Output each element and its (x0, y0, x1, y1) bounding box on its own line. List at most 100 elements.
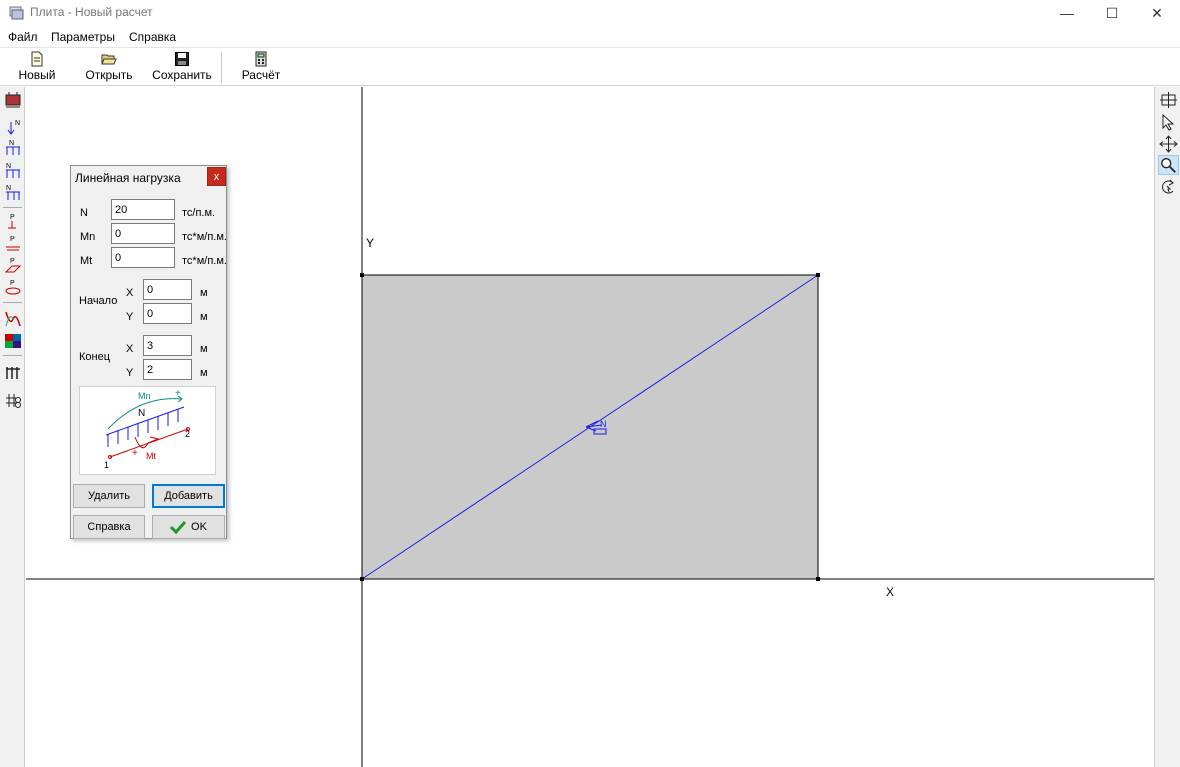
mn-label: Mn (80, 231, 96, 243)
ok-label: OK (191, 521, 207, 533)
tool-separator (3, 207, 22, 208)
scheme-point-1: 1 (104, 460, 110, 470)
new-label: Новый (18, 68, 56, 82)
calculator-icon (255, 51, 267, 67)
load-marker-label: N (600, 419, 607, 429)
new-button[interactable]: Новый (12, 51, 62, 85)
point-force-icon[interactable]: N (3, 117, 23, 137)
mn-input[interactable] (111, 223, 175, 244)
n-unit: тс/п.м. (182, 207, 216, 219)
start-x-input[interactable] (143, 279, 192, 300)
elastic-support-icon[interactable]: P (3, 278, 23, 298)
svg-text:N: N (15, 120, 20, 127)
color-map-icon[interactable] (3, 331, 23, 351)
close-icon: x (213, 171, 220, 183)
load-scheme-diagram: Mn + N + Mt 1 2 (79, 386, 216, 475)
dialog-close-button[interactable]: x (207, 167, 226, 186)
menu-help[interactable]: Справка (129, 30, 176, 44)
end-y-label: Y (126, 367, 134, 379)
area-force-icon[interactable]: N (3, 161, 23, 181)
scheme-plus-top: + (175, 388, 181, 399)
save-label: Сохранить (152, 68, 212, 82)
plate-corner-node[interactable] (360, 273, 364, 277)
open-folder-icon (101, 54, 117, 65)
save-button[interactable]: Сохранить (152, 51, 212, 85)
end-x-unit: м (200, 343, 208, 355)
delete-button[interactable]: Удалить (73, 484, 145, 508)
start-x-unit: м (200, 287, 208, 299)
reinforcement-icon[interactable] (3, 363, 23, 383)
maximize-icon: ☐ (1105, 4, 1119, 21)
mt-label: Mt (80, 255, 93, 267)
new-document-icon (31, 51, 43, 67)
app-icon (9, 6, 24, 20)
toolbar: Новый Открыть Сохранить Расчёт (0, 47, 1180, 86)
scheme-point-2: 2 (185, 429, 191, 439)
n-label: N (80, 207, 88, 219)
end-y-input[interactable] (143, 359, 192, 380)
svg-text:N: N (9, 140, 14, 147)
svg-text:N: N (6, 185, 11, 192)
mt-input[interactable] (111, 247, 175, 268)
scheme-plus-bottom: + (132, 448, 138, 459)
mn-unit: тс*м/п.м. (182, 231, 226, 243)
x-axis-label: X (886, 585, 895, 599)
linear-load-dialog: Линейная нагрузка x N тс/п.м. Mn тс*м/п.… (70, 165, 227, 539)
title-bar: Плита - Новый расчет — ☐ ✕ (0, 0, 1180, 26)
plate-corner-node[interactable] (360, 577, 364, 581)
dialog-title: Линейная нагрузка (75, 171, 181, 185)
left-tool-palette: N N N N P P P P (0, 87, 25, 767)
distributed-force-icon[interactable]: N (3, 183, 23, 203)
plate-corner-node[interactable] (816, 273, 820, 277)
rotate-icon[interactable] (1158, 177, 1179, 197)
svg-text:P: P (10, 258, 15, 265)
svg-text:P: P (10, 280, 15, 287)
svg-text:P: P (10, 214, 15, 221)
close-window-button[interactable]: ✕ (1134, 0, 1180, 26)
end-x-input[interactable] (143, 335, 192, 356)
area-support-icon[interactable]: P (3, 256, 23, 276)
open-button[interactable]: Открыть (84, 51, 134, 85)
mesh-icon[interactable] (3, 391, 23, 411)
start-label: Начало (79, 295, 118, 307)
tool-separator (3, 302, 22, 303)
add-button[interactable]: Добавить (152, 484, 225, 508)
y-axis-label: Y (366, 236, 375, 250)
toolbar-separator (221, 52, 222, 83)
menu-bar: Файл Параметры Справка (0, 28, 1180, 47)
calculate-button[interactable]: Расчёт (238, 51, 284, 85)
open-label: Открыть (85, 68, 133, 82)
start-y-unit: м (200, 311, 208, 323)
save-disk-icon (175, 52, 189, 66)
n-input[interactable] (111, 199, 175, 220)
maximize-button[interactable]: ☐ (1089, 0, 1135, 26)
point-support-icon[interactable]: P (3, 212, 23, 232)
grid-icon[interactable] (1158, 90, 1179, 110)
deformation-icon[interactable] (3, 309, 23, 329)
plate-corner-node[interactable] (816, 577, 820, 581)
mt-unit: тс*м/п.м. (182, 255, 226, 267)
menu-parameters[interactable]: Параметры (51, 30, 115, 44)
close-icon: ✕ (1151, 4, 1163, 21)
zoom-magnifier-icon[interactable] (1158, 155, 1179, 175)
svg-text:N: N (6, 163, 11, 170)
plate-tool-icon[interactable] (3, 90, 23, 110)
right-tool-palette (1154, 87, 1180, 767)
end-label: Конец (79, 351, 111, 363)
check-icon (170, 520, 187, 534)
menu-file[interactable]: Файл (8, 30, 38, 44)
minimize-icon: — (1060, 5, 1074, 21)
window-title: Плита - Новый расчет (30, 5, 153, 19)
line-force-icon[interactable]: N (3, 139, 23, 159)
select-arrow-icon[interactable] (1158, 112, 1179, 132)
svg-text:P: P (10, 236, 15, 243)
ok-button[interactable]: OK (152, 515, 225, 539)
line-support-icon[interactable]: P (3, 234, 23, 254)
pan-move-icon[interactable] (1158, 134, 1179, 154)
minimize-button[interactable]: — (1044, 0, 1090, 26)
end-y-unit: м (200, 367, 208, 379)
help-button[interactable]: Справка (73, 515, 145, 539)
start-y-input[interactable] (143, 303, 192, 324)
tool-separator (3, 355, 22, 356)
end-x-label: X (126, 343, 134, 355)
